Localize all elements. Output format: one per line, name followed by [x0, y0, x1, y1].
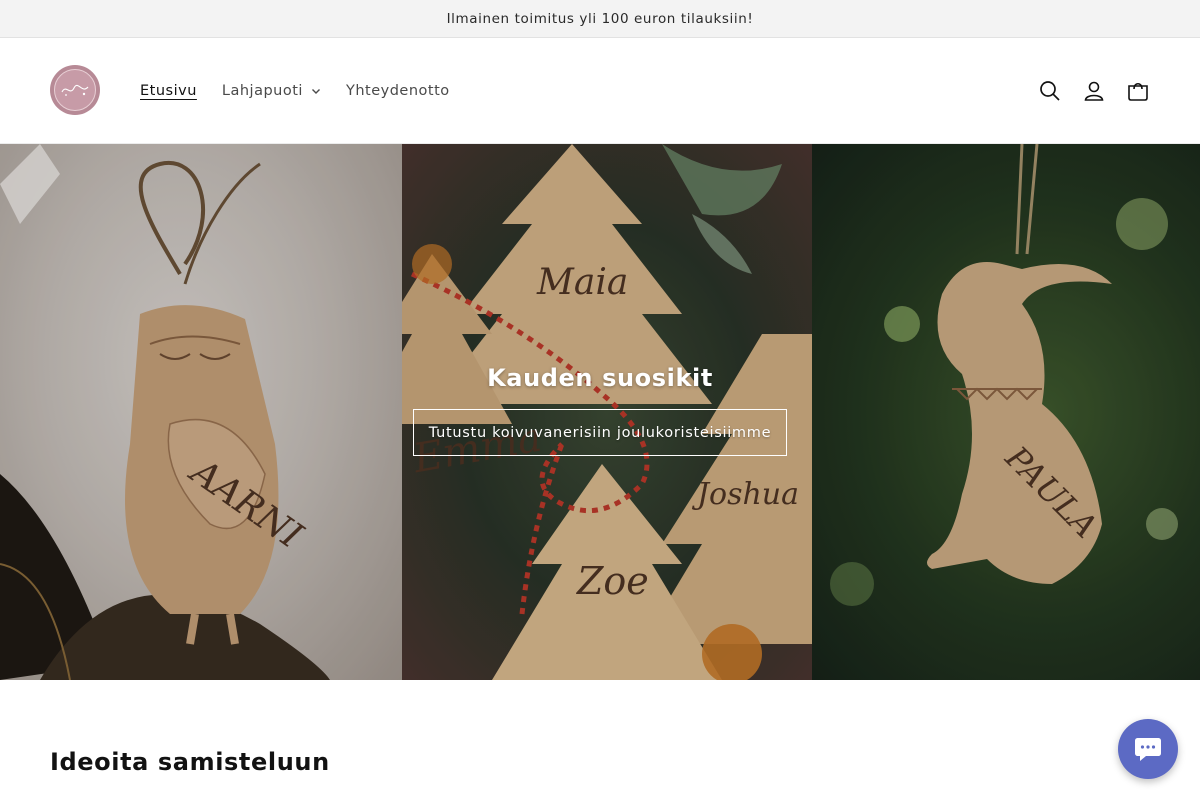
account-button[interactable] [1072, 69, 1116, 113]
main-nav: Etusivu Lahjapuoti Yhteydenotto [140, 38, 475, 143]
nav-item-etusivu[interactable]: Etusivu [140, 83, 197, 99]
nav-item-label: Lahjapuoti [221, 82, 303, 99]
chevron-down-icon [311, 88, 320, 94]
logo-script-mark [61, 84, 89, 96]
hero-content: Kauden suosikit Tutustu koivuvanerisiin … [0, 364, 1200, 456]
section-title: Ideoita samisteluun [50, 748, 330, 776]
brand-logo[interactable] [50, 65, 100, 115]
cart-icon [1128, 82, 1148, 101]
account-icon [1084, 81, 1104, 101]
announcement-text: Ilmainen toimitus yli 100 euron tilauksi… [446, 10, 754, 27]
logo-emblem [54, 69, 96, 111]
announcement-bar: Ilmainen toimitus yli 100 euron tilauksi… [0, 0, 1200, 38]
chat-icon [1135, 738, 1161, 761]
nav-item-label: Yhteydenotto [345, 82, 450, 99]
nav-item-yhteydenotto[interactable]: Yhteydenotto [346, 83, 450, 99]
chat-button[interactable] [1118, 719, 1178, 779]
hero-banner: AARNI Maia Emma Joshua Zoe PAULA Kauden … [0, 144, 1200, 680]
search-button[interactable] [1028, 69, 1072, 113]
cart-button[interactable] [1116, 69, 1160, 113]
nav-item-lahjapuoti[interactable]: Lahjapuoti [222, 83, 321, 99]
hero-title: Kauden suosikit [487, 364, 713, 392]
header-actions [1028, 38, 1160, 143]
site-header: Etusivu Lahjapuoti Yhteydenotto [0, 38, 1200, 144]
nav-item-label: Etusivu [140, 82, 197, 99]
hero-cta-button[interactable]: Tutustu koivuvanerisiin joulukoristeisii… [413, 409, 787, 456]
search-icon [1040, 80, 1060, 101]
